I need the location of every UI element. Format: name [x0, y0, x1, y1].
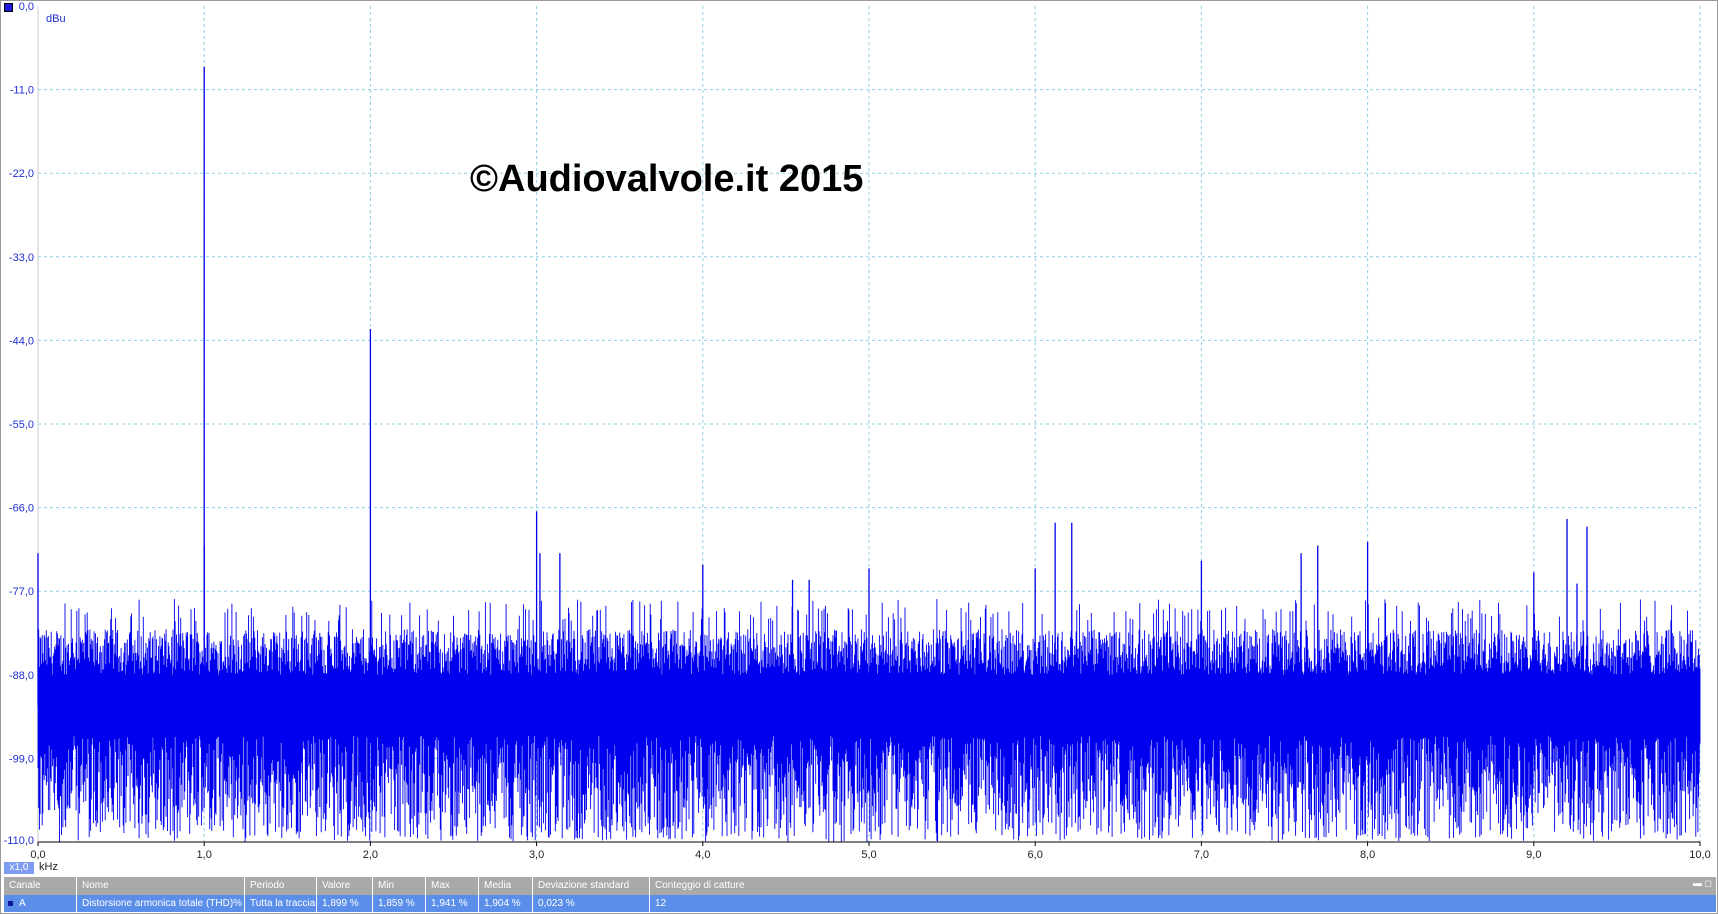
x-axis-unit: kHz [39, 861, 58, 873]
cell-deviazione-standard: 0,023 % [532, 895, 649, 912]
cell-media: 1,904 % [478, 895, 532, 912]
y-tick-label: -110,0 [4, 835, 34, 847]
x-tick-label: 2,0 [363, 849, 378, 861]
y-tick-label: -99,0 [9, 753, 34, 765]
x-tick-label: 1,0 [197, 849, 212, 861]
y-axis-unit: dBu [46, 13, 66, 25]
cell-conteggio-catture: 12 [649, 895, 849, 912]
y-tick-label: -11,0 [10, 85, 34, 97]
header-nome[interactable]: Nome [76, 877, 244, 895]
x-tick-label: 6,0 [1028, 849, 1043, 861]
header-periodo[interactable]: Periodo [244, 877, 316, 895]
y-tick-label: -66,0 [9, 503, 34, 515]
cell-canale: A [19, 898, 26, 909]
header-canale[interactable]: Canale [4, 877, 76, 895]
header-valore[interactable]: Valore [316, 877, 372, 895]
copyright-watermark: ©Audiovalvole.it 2015 [470, 158, 864, 200]
y-tick-label: -44,0 [9, 335, 34, 347]
cell-periodo: Tutta la traccia [244, 895, 316, 912]
x-tick-label: 4,0 [695, 849, 710, 861]
cell-max: 1,941 % [425, 895, 478, 912]
header-deviazione-standard[interactable]: Deviazione standard [532, 877, 649, 895]
x-tick-label: 9,0 [1526, 849, 1541, 861]
y-tick-label: -55,0 [9, 419, 34, 431]
measurements-table: Canale Nome Periodo Valore Min Max Media… [4, 877, 1716, 912]
x-tick-label: 10,0 [1689, 849, 1710, 861]
x-tick-label: 0,0 [30, 849, 45, 861]
cell-nome: Distorsione armonica totale (THD)% [76, 895, 244, 912]
x-tick-label: 8,0 [1360, 849, 1375, 861]
zoom-badge[interactable]: x1,0 [4, 862, 34, 874]
x-tick-label: 5,0 [861, 849, 876, 861]
y-tick-label: 0,0 [19, 1, 34, 13]
channel-color-icon [8, 901, 13, 906]
y-tick-label: -77,0 [9, 586, 34, 598]
spectrum-trace [37, 66, 1701, 842]
header-max[interactable]: Max [425, 877, 478, 895]
spectrum-chart[interactable]: 0,0 -11,0 -22,0 -33,0 -44,0 -55,0 -66,0 -77,0 -8… [0, 0, 1718, 876]
cell-valore: 1,899 % [316, 895, 372, 912]
x-tick-label: 7,0 [1194, 849, 1209, 861]
cell-min: 1,859 % [372, 895, 425, 912]
y-axis-ticks: 0,0 -11,0 -22,0 -33,0 -44,0 -55,0 -66,0 -77,0 -8… [4, 1, 34, 847]
x-tick-label: 3,0 [529, 849, 544, 861]
y-tick-label: -33,0 [9, 252, 34, 264]
table-window-controls-icon[interactable]: ▬ ◻ [1693, 878, 1712, 889]
table-row[interactable]: A Distorsione armonica totale (THD)% Tut… [4, 895, 1716, 912]
channel-a-marker[interactable] [4, 3, 13, 12]
header-min[interactable]: Min [372, 877, 425, 895]
header-conteggio-catture[interactable]: Conteggio di catture [649, 877, 849, 895]
y-tick-label: -22,0 [9, 168, 34, 180]
y-tick-label: -88,0 [9, 670, 34, 682]
header-media[interactable]: Media [478, 877, 532, 895]
x-axis-ticks: 0,0 1,0 2,0 3,0 4,0 5,0 6,0 7,0 8,0 9,0 10,0 [30, 842, 1711, 861]
table-header: Canale Nome Periodo Valore Min Max Media… [4, 877, 1716, 895]
